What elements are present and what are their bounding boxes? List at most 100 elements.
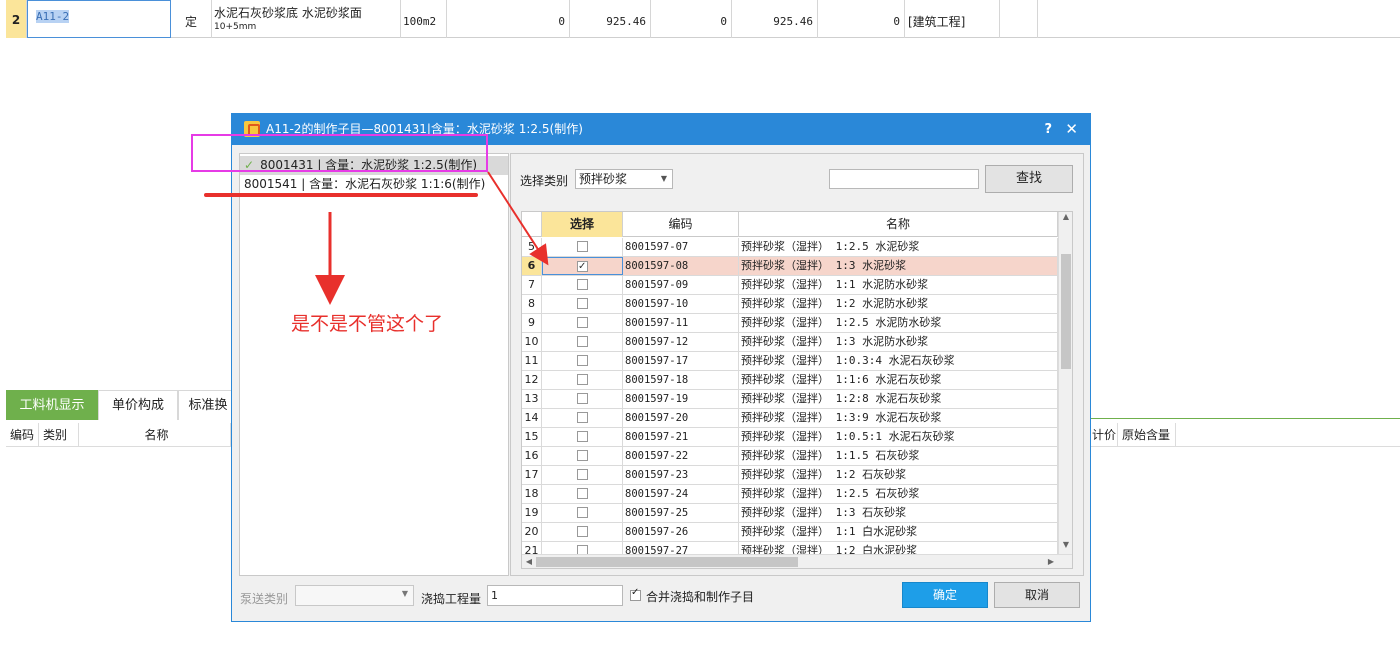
pump-type-select[interactable]: ▼: [295, 585, 414, 606]
row-checkbox[interactable]: [576, 317, 588, 328]
ok-button[interactable]: 确定: [902, 582, 988, 608]
select-cell[interactable]: [542, 485, 623, 503]
select-cell[interactable]: [542, 238, 623, 256]
merge-checkbox[interactable]: [630, 587, 641, 601]
row-checkbox[interactable]: [576, 412, 588, 423]
code-cell: 8001597-18: [623, 371, 739, 389]
table-row[interactable]: 11 8001597-17 预拌砂浆（湿拌） 1:0.3:4 水泥石灰砂浆: [522, 352, 1058, 371]
select-cell[interactable]: [542, 428, 623, 446]
type-cell: 定: [171, 0, 212, 38]
horizontal-scrollbar[interactable]: ◀ ▶: [522, 554, 1072, 568]
row-checkbox[interactable]: [576, 450, 588, 461]
name-cell: 预拌砂浆（湿拌） 1:1 水泥防水砂浆: [739, 276, 1058, 294]
row-number: 14: [522, 409, 542, 427]
select-cell[interactable]: [542, 314, 623, 332]
select-cell[interactable]: [542, 409, 623, 427]
select-cell[interactable]: [542, 276, 623, 294]
header-pricing: 计价: [1088, 423, 1118, 447]
row-checkbox[interactable]: [576, 279, 588, 290]
row-checkbox[interactable]: [576, 393, 588, 404]
select-cell[interactable]: [542, 523, 623, 541]
row-checkbox[interactable]: [576, 298, 588, 309]
pour-quantity-input[interactable]: 1: [487, 585, 623, 606]
code-cell: 8001597-26: [623, 523, 739, 541]
row-checkbox[interactable]: [576, 469, 588, 480]
value-cell: 0: [447, 0, 570, 38]
scroll-up-icon[interactable]: ▲: [1059, 212, 1072, 226]
cancel-button[interactable]: 取消: [994, 582, 1080, 608]
select-cell[interactable]: [542, 390, 623, 408]
table-row[interactable]: 15 8001597-21 预拌砂浆（湿拌） 1:0.5:1 水泥石灰砂浆: [522, 428, 1058, 447]
search-button[interactable]: 查找: [985, 165, 1073, 193]
tab-standard[interactable]: 标准换: [178, 390, 238, 420]
row-checkbox[interactable]: [576, 374, 588, 385]
name-cell: 预拌砂浆（湿拌） 1:3 水泥砂浆: [739, 257, 1058, 275]
table-row[interactable]: 5 8001597-07 预拌砂浆（湿拌） 1:2.5 水泥砂浆: [522, 238, 1058, 257]
select-cell[interactable]: [542, 447, 623, 465]
header-select[interactable]: 选择: [542, 212, 623, 237]
header-code[interactable]: 编码: [623, 212, 739, 237]
table-row[interactable]: 10 8001597-12 预拌砂浆（湿拌） 1:3 水泥防水砂浆: [522, 333, 1058, 352]
category-cell: [建筑工程]: [905, 0, 1000, 38]
value-cell: 925.46: [570, 0, 651, 38]
table-row[interactable]: 19 8001597-25 预拌砂浆（湿拌） 1:3 石灰砂浆: [522, 504, 1058, 523]
select-cell[interactable]: [542, 333, 623, 351]
name-cell: 预拌砂浆（湿拌） 1:3 石灰砂浆: [739, 504, 1058, 522]
table-row[interactable]: 16 8001597-22 预拌砂浆（湿拌） 1:1.5 石灰砂浆: [522, 447, 1058, 466]
row-number: 17: [522, 466, 542, 484]
name-cell: 预拌砂浆（湿拌） 1:0.5:1 水泥石灰砂浆: [739, 428, 1058, 446]
select-cell[interactable]: [542, 504, 623, 522]
annotation-text: 是不是不管这个了: [291, 313, 444, 335]
help-icon[interactable]: ?: [1044, 114, 1052, 145]
row-checkbox[interactable]: [576, 355, 588, 366]
select-cell[interactable]: [542, 466, 623, 484]
header-name[interactable]: 名称: [739, 212, 1058, 237]
row-checkbox[interactable]: [576, 526, 588, 537]
row-checkbox[interactable]: [577, 258, 588, 274]
vertical-scrollbar[interactable]: ▲ ▼: [1058, 212, 1072, 554]
code-cell[interactable]: A11-2: [27, 0, 171, 38]
row-number: 20: [522, 523, 542, 541]
scroll-thumb[interactable]: [536, 557, 798, 567]
search-input[interactable]: [829, 169, 979, 189]
category-select[interactable]: 预拌砂浆 ▼: [575, 169, 673, 189]
table-row[interactable]: 8 8001597-10 预拌砂浆（湿拌） 1:2 水泥防水砂浆: [522, 295, 1058, 314]
tab-unit-price[interactable]: 单价构成: [98, 390, 178, 420]
list-item[interactable]: 8001541 | 含量：水泥石灰砂浆 1:1:6(制作): [240, 175, 508, 194]
name-cell: 预拌砂浆（湿拌） 1:2.5 石灰砂浆: [739, 485, 1058, 503]
scroll-down-icon[interactable]: ▼: [1059, 540, 1072, 554]
row-checkbox[interactable]: [576, 507, 588, 518]
row-number: 15: [522, 428, 542, 446]
value-cell: 0: [651, 0, 732, 38]
table-row[interactable]: 18 8001597-24 预拌砂浆（湿拌） 1:2.5 石灰砂浆: [522, 485, 1058, 504]
table-row[interactable]: 13 8001597-19 预拌砂浆（湿拌） 1:2:8 水泥石灰砂浆: [522, 390, 1058, 409]
code-cell: 8001597-07: [623, 238, 739, 256]
row-number: 2: [6, 0, 27, 38]
table-row[interactable]: 2 A11-2 定 水泥石灰砂浆底 水泥砂浆面 10+5mm 100m2 0 9…: [6, 0, 1400, 38]
dialog-footer: 泵送类别 ▼ 浇捣工程量 1 合并浇捣和制作子目 确定 取消: [232, 582, 1090, 612]
row-checkbox[interactable]: [576, 241, 588, 252]
scroll-left-icon[interactable]: ◀: [522, 555, 536, 568]
row-number: 11: [522, 352, 542, 370]
table-row[interactable]: 9 8001597-11 预拌砂浆（湿拌） 1:2.5 水泥防水砂浆: [522, 314, 1058, 333]
table-row[interactable]: 20 8001597-26 预拌砂浆（湿拌） 1:1 白水泥砂浆: [522, 523, 1058, 542]
select-cell[interactable]: [542, 295, 623, 313]
select-cell[interactable]: [542, 352, 623, 370]
scroll-right-icon[interactable]: ▶: [1044, 555, 1058, 568]
close-icon[interactable]: ✕: [1065, 114, 1078, 145]
row-checkbox[interactable]: [576, 336, 588, 347]
table-row[interactable]: 17 8001597-23 预拌砂浆（湿拌） 1:2 石灰砂浆: [522, 466, 1058, 485]
row-checkbox[interactable]: [576, 431, 588, 442]
name-cell: 预拌砂浆（湿拌） 1:3:9 水泥石灰砂浆: [739, 409, 1058, 427]
name-cell: 预拌砂浆（湿拌） 1:2 石灰砂浆: [739, 466, 1058, 484]
table-row[interactable]: 7 8001597-09 预拌砂浆（湿拌） 1:1 水泥防水砂浆: [522, 276, 1058, 295]
row-number: 10: [522, 333, 542, 351]
row-checkbox[interactable]: [576, 488, 588, 499]
table-row[interactable]: 14 8001597-20 预拌砂浆（湿拌） 1:3:9 水泥石灰砂浆: [522, 409, 1058, 428]
table-row[interactable]: 12 8001597-18 预拌砂浆（湿拌） 1:1:6 水泥石灰砂浆: [522, 371, 1058, 390]
scroll-thumb[interactable]: [1061, 254, 1071, 369]
tab-resources[interactable]: 工料机显示: [6, 390, 98, 420]
select-cell[interactable]: [542, 371, 623, 389]
select-cell[interactable]: [542, 257, 623, 275]
table-row[interactable]: 6 8001597-08预拌砂浆（湿拌） 1:3 水泥砂浆: [522, 257, 1058, 276]
